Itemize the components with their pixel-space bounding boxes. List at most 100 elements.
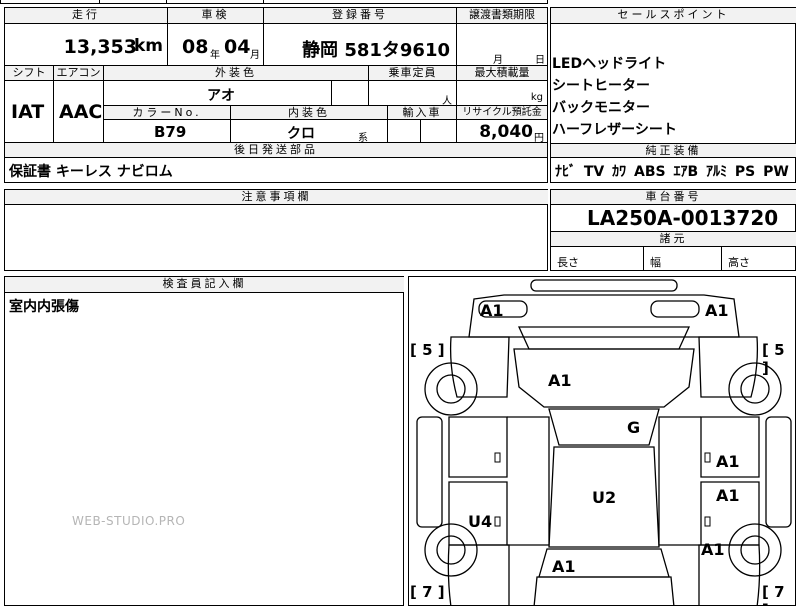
notes-box: 注意事項欄 (4, 189, 548, 271)
selling-points-list: LEDヘッドライト シートヒーター バックモニター ハーフレザーシート (552, 53, 677, 141)
interior-cell: クロ 系 (231, 120, 388, 143)
exterior-extra-cell (332, 81, 369, 106)
inspection-year: 08 (182, 36, 209, 58)
inspection-cell: 08 年 04 月 (168, 24, 264, 66)
left-mirror (416, 416, 443, 528)
equipment-header: 純正装備 (551, 143, 796, 158)
dimension-length-label: 長さ (557, 256, 579, 269)
wheel-label-rear-left: [ 7 ] (410, 583, 445, 601)
mark-hood: A1 (548, 371, 572, 390)
exterior-header: 外装色 (104, 66, 369, 81)
right-front-fender (698, 336, 759, 398)
dimension-width-label: 幅 (650, 256, 661, 269)
mark-right-front: A1 (716, 452, 740, 471)
shift-cell: IAT (5, 81, 54, 143)
color-no-cell: B79 (104, 120, 231, 143)
interior-header: 内装色 (231, 106, 388, 120)
mark-right-rear: A1 (701, 540, 725, 559)
shift-value: IAT (11, 101, 45, 123)
mileage-unit: km (133, 36, 163, 56)
selling-points-box: セールスポイント LEDヘッドライト シートヒーター バックモニター ハーフレザ… (550, 7, 796, 183)
hood (513, 348, 695, 408)
registration-header: 登録番号 (264, 8, 457, 24)
grille (517, 326, 691, 350)
dimension-length-cell: 長さ (551, 247, 644, 271)
shift-header: シフト (5, 66, 54, 81)
right-headlight (650, 300, 700, 318)
equipment-value: ﾅﾋﾞ TV ｶﾜ ABS ｴｱB ｱﾙﾐ PS PW (555, 164, 789, 180)
capacity-cell: 人 (369, 81, 457, 106)
mark-roof: U2 (592, 488, 617, 507)
mark-front-right: A1 (705, 301, 729, 320)
chassis-box: 車台番号 LA250A-0013720 諸元 長さ 幅 高さ (550, 189, 796, 271)
watermark: WEB-STUDIO.PRO (72, 514, 186, 528)
ac-header: エアコン (54, 66, 104, 81)
dimension-height-label: 高さ (728, 256, 750, 269)
transfer-cell: 月 日 (457, 24, 548, 66)
load-cell: kg (457, 81, 548, 106)
chassis-value: LA250A-0013720 (587, 206, 779, 230)
right-mirror (765, 416, 792, 528)
import-cell-a (388, 120, 421, 143)
notes-header: 注意事項欄 (5, 190, 548, 205)
inspection-year-unit: 年 (210, 50, 220, 61)
rear-outline (533, 576, 675, 605)
left-front-fender (449, 336, 510, 398)
selling-point-item: LEDヘッドライト (552, 56, 667, 72)
load-unit: kg (530, 92, 543, 103)
inspector-header: 検査員記入欄 (5, 277, 404, 293)
chassis-cell: LA250A-0013720 (551, 205, 796, 232)
vehicle-info-form: 走行 車検 登録番号 譲渡書類期限 13,353 km 08 年 04 月 静岡… (4, 7, 548, 183)
dimensions-header: 諸元 (551, 232, 796, 247)
load-header: 最大積載量 (457, 66, 548, 81)
mark-rear: A1 (552, 557, 576, 576)
right-pillar (658, 416, 701, 546)
registration-value: 静岡 581タ9610 (302, 40, 450, 61)
registration-cell: 静岡 581タ9610 (264, 24, 457, 66)
shipping-value: 保証書 キーレス ナビロム (9, 164, 173, 180)
color-no-header: カラーNo. (104, 106, 231, 120)
capacity-unit: 人 (442, 96, 452, 106)
exterior-value: アオ (207, 88, 235, 104)
wheel-rear-right (728, 523, 782, 577)
selling-point-item: バックモニター (552, 100, 650, 116)
transfer-header: 譲渡書類期限 (457, 8, 548, 24)
recycle-unit: 円 (534, 133, 544, 143)
import-cell-b (421, 120, 457, 143)
transfer-month-unit: 月 (493, 55, 503, 66)
inspector-value: 室内内張傷 (9, 299, 79, 315)
mark-front-left: A1 (480, 301, 504, 320)
wheel-label-front-left: [ 5 ] (410, 341, 445, 359)
capacity-header: 乗車定員 (369, 66, 457, 81)
mark-right-mid: A1 (716, 486, 740, 505)
wheel-front-left (424, 362, 478, 416)
recycle-value: 8,040 (479, 122, 533, 142)
mark-windshield: G (627, 418, 641, 437)
inspection-month-unit: 月 (250, 50, 260, 61)
transfer-day-unit: 日 (535, 55, 545, 66)
dimension-width-cell: 幅 (644, 247, 722, 271)
inspector-box: 検査員記入欄 室内内張傷 (4, 276, 404, 606)
inspection-header: 車検 (168, 8, 264, 24)
mark-left-side: U4 (468, 512, 493, 531)
top-cut-strip (0, 0, 548, 4)
selling-point-item: シートヒーター (552, 78, 650, 94)
selling-point-item: ハーフレザーシート (552, 122, 677, 138)
mileage-cell: 13,353 km (5, 24, 168, 66)
dimension-height-cell: 高さ (722, 247, 796, 271)
color-no-value: B79 (154, 123, 187, 141)
mileage-value: 13,353 (63, 36, 137, 58)
selling-points-header: セールスポイント (551, 8, 796, 24)
wheel-rear-left (424, 523, 478, 577)
chassis-header: 車台番号 (551, 190, 796, 205)
inspection-month: 04 (224, 36, 251, 58)
front-bumper-slot (530, 279, 678, 292)
recycle-header: リサイクル預託金 (457, 106, 548, 120)
left-pillar (507, 416, 550, 546)
left-front-door (448, 416, 508, 478)
interior-suffix: 系 (358, 133, 368, 143)
recycle-cell: 8,040 円 (457, 120, 548, 143)
shipping-header: 後日発送部品 (5, 143, 548, 158)
car-diagram (416, 279, 792, 605)
wheel-label-rear-right: [ 7 ] (762, 583, 785, 605)
